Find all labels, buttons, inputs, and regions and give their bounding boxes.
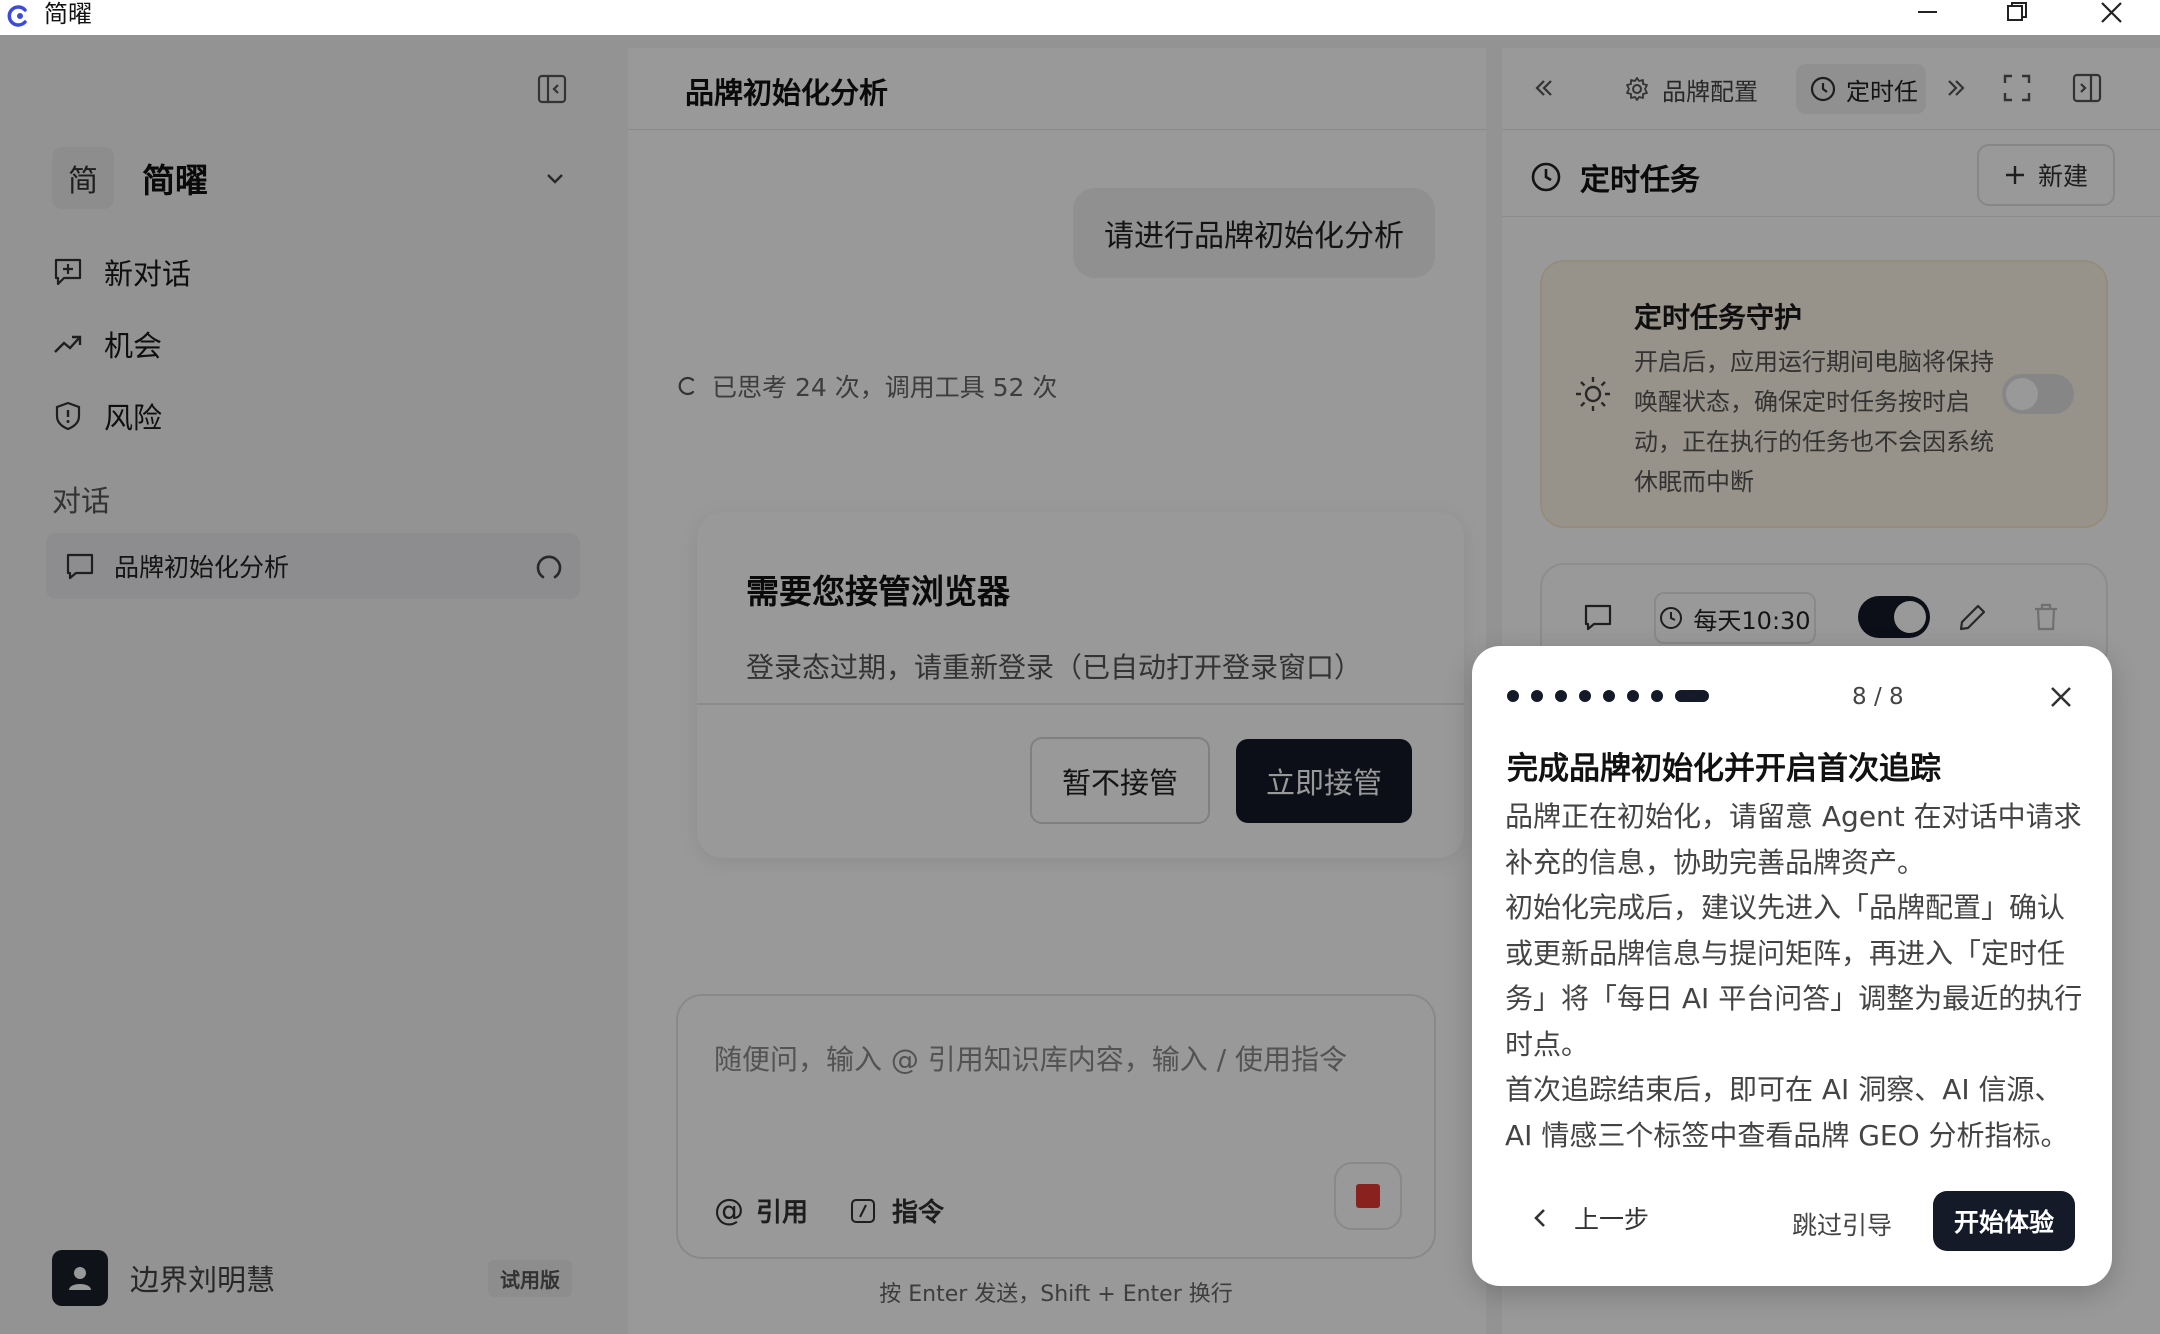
tour-paragraph: 品牌正在初始化，请留意 Agent 在对话中请求补充的信息，协助完善品牌资产。	[1505, 800, 2082, 879]
tour-progress-dot	[1579, 690, 1591, 702]
tour-progress-dot	[1555, 690, 1567, 702]
minimize-button[interactable]	[1892, 0, 1962, 28]
tour-prev-button[interactable]: 上一步	[1530, 1200, 1649, 1236]
tour-paragraph: 初始化完成后，建议先进入「品牌配置」确认或更新品牌信息与提问矩阵，再进入「定时任…	[1505, 891, 2083, 1061]
tour-progress-dot	[1507, 690, 1519, 702]
tour-progress-dots	[1507, 690, 1709, 702]
prev-label: 上一步	[1574, 1205, 1650, 1234]
app-title: 简曜	[44, 0, 92, 28]
tour-progress-dot	[1603, 690, 1615, 702]
tour-step-counter: 8 / 8	[1852, 684, 1904, 710]
tour-progress-dot	[1651, 690, 1663, 702]
tour-title: 完成品牌初始化并开启首次追踪	[1507, 751, 1941, 787]
tour-progress-dot	[1531, 690, 1543, 702]
tour-body: 品牌正在初始化，请留意 Agent 在对话中请求补充的信息，协助完善品牌资产。 …	[1505, 794, 2085, 1158]
tour-paragraph: 首次追踪结束后，即可在 AI 洞察、AI 信源、AI 情感三个标签中查看品牌 G…	[1505, 1073, 2069, 1152]
chevron-left-icon	[1530, 1206, 1550, 1230]
restore-button[interactable]	[1982, 0, 2052, 28]
app-logo-icon	[6, 4, 30, 28]
close-window-button[interactable]	[2076, 0, 2146, 28]
close-icon[interactable]	[2048, 684, 2074, 710]
skip-tour-button[interactable]: 跳过引导	[1792, 1206, 1892, 1242]
tour-progress-dot	[1627, 690, 1639, 702]
start-experience-button[interactable]: 开始体验	[1933, 1191, 2075, 1251]
window-titlebar: 简曜	[0, 0, 2160, 35]
tour-progress-dot	[1675, 690, 1709, 702]
